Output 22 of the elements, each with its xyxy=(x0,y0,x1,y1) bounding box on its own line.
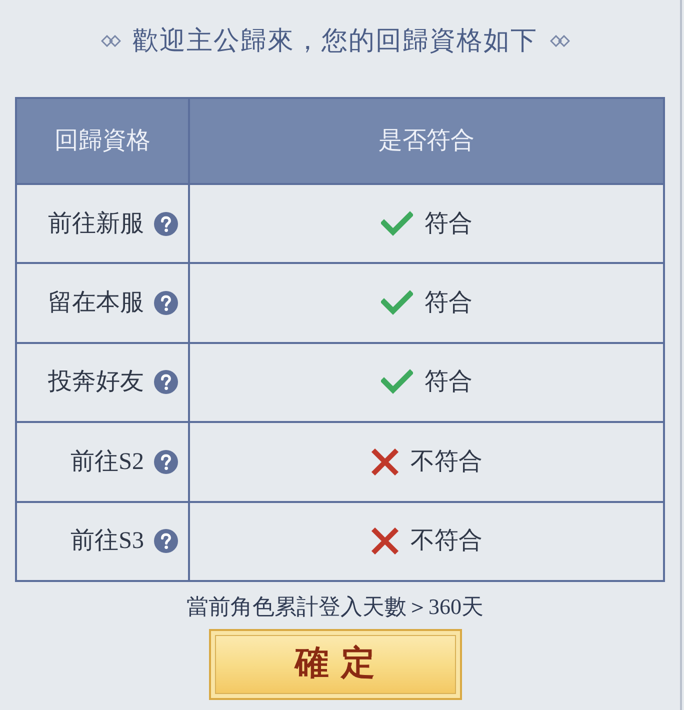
help-icon[interactable] xyxy=(154,529,178,554)
diamond-ornament-icon xyxy=(100,34,120,46)
option-label: 留在本服 xyxy=(48,289,144,318)
column-header: 回歸資格 xyxy=(54,128,150,154)
status-text: 符合 xyxy=(424,368,472,398)
confirm-button[interactable]: 確定 xyxy=(208,628,462,700)
option-label: 投奔好友 xyxy=(48,368,144,398)
help-icon[interactable] xyxy=(154,450,178,474)
page-title: 歡迎主公歸來，您的回歸資格如下 xyxy=(132,24,538,56)
option-label: 前往S3 xyxy=(70,527,144,556)
option-label: 前往新服 xyxy=(48,210,144,239)
diamond-ornament-icon xyxy=(550,34,570,46)
help-icon[interactable] xyxy=(154,291,178,316)
help-icon[interactable] xyxy=(154,212,178,236)
option-label: 前往S2 xyxy=(70,448,144,477)
status-text: 符合 xyxy=(424,289,472,318)
column-header: 是否符合 xyxy=(378,128,474,154)
help-icon[interactable] xyxy=(154,370,178,394)
status-text: 不符合 xyxy=(410,527,482,556)
login-days-note: 當前角色累計登入天數＞360天 xyxy=(186,594,484,620)
status-text: 不符合 xyxy=(410,448,482,477)
status-text: 符合 xyxy=(424,210,472,239)
